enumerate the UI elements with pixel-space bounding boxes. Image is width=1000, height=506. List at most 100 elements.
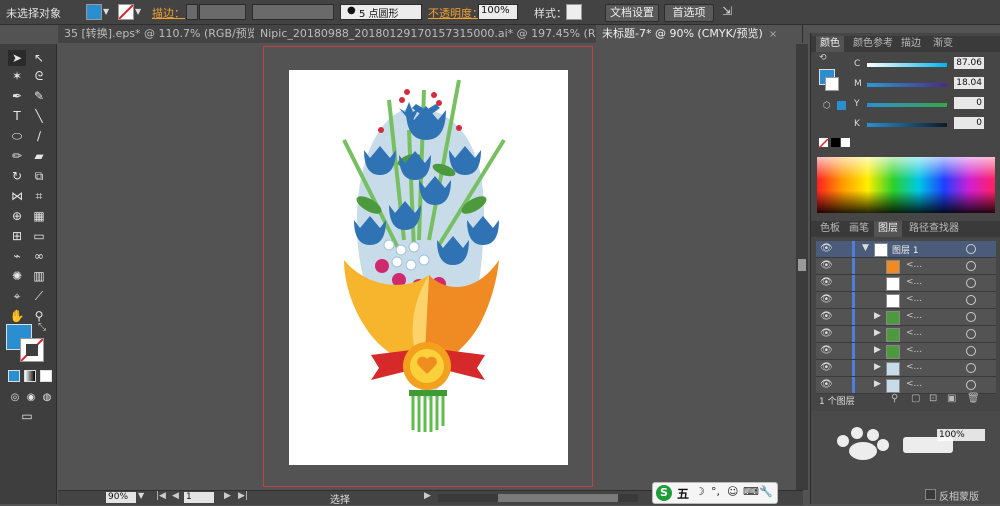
tab-swatches[interactable]: 色板 bbox=[816, 221, 844, 237]
vertical-scrollbar[interactable] bbox=[796, 44, 808, 490]
pen-tool-icon[interactable]: ✒ bbox=[8, 88, 26, 104]
none-mode-icon[interactable] bbox=[40, 370, 52, 382]
scrollbar-thumb[interactable] bbox=[498, 494, 618, 502]
screen-mode-icon[interactable]: ▭ bbox=[18, 408, 36, 424]
bouquet-illustration[interactable] bbox=[289, 70, 568, 465]
sublayer-row[interactable]: 👁 <... bbox=[816, 292, 996, 309]
opacity-label[interactable]: 不透明度： bbox=[428, 5, 483, 21]
slice-tool-icon[interactable]: ⟋ bbox=[30, 288, 48, 304]
invert-mask-checkbox[interactable] bbox=[925, 489, 936, 500]
white-swatch[interactable] bbox=[841, 138, 850, 147]
zoom-field[interactable]: 90% bbox=[106, 492, 136, 503]
perspective-grid-icon[interactable]: ▦ bbox=[30, 208, 48, 224]
artboard[interactable] bbox=[289, 70, 568, 465]
target-circle-icon[interactable] bbox=[966, 278, 976, 288]
symbol-sprayer-icon[interactable]: ✺ bbox=[8, 268, 26, 284]
scrollbar-thumb[interactable] bbox=[798, 259, 806, 271]
expand-triangle-icon[interactable]: ▶ bbox=[874, 362, 881, 372]
eye-icon[interactable]: 👁 bbox=[820, 277, 833, 288]
eye-icon[interactable]: 👁 bbox=[820, 379, 833, 390]
channel-m-slider[interactable] bbox=[867, 83, 947, 87]
next-artboard-icon[interactable]: ▶ bbox=[224, 491, 231, 501]
ime-toolbar[interactable]: S 五 ☽ °, ☺ ⌨ 🔧 bbox=[652, 482, 778, 504]
sublayer-row[interactable]: 👁 ▶ <... bbox=[816, 326, 996, 343]
sublayer-name[interactable]: <... bbox=[906, 328, 922, 338]
keyboard-icon[interactable]: ⌨ bbox=[743, 485, 759, 498]
target-circle-icon[interactable] bbox=[966, 380, 976, 390]
gradient-tool-icon[interactable]: ▭ bbox=[30, 228, 48, 244]
hand-tool-icon[interactable]: ✋ bbox=[8, 308, 26, 324]
magic-wand-icon[interactable]: ✶ bbox=[8, 68, 26, 84]
tab-document-2[interactable]: Nipic_20180988_20180129170157315000.ai* … bbox=[254, 25, 597, 43]
reset-colors-icon[interactable]: ⟲ bbox=[819, 53, 827, 63]
preferences-button[interactable]: 首选项 bbox=[664, 4, 714, 22]
lasso-icon[interactable]: ᘓ bbox=[30, 68, 48, 84]
eye-icon[interactable]: 👁 bbox=[820, 362, 833, 373]
stroke-label[interactable]: 描边： bbox=[152, 5, 185, 21]
channel-y-value[interactable]: 0 bbox=[954, 97, 984, 109]
target-circle-icon[interactable] bbox=[966, 312, 976, 322]
tab-document-1[interactable]: 35 [转换].eps* @ 110.7% (RGB/预览)× bbox=[58, 25, 255, 43]
eye-icon[interactable]: 👁 bbox=[820, 243, 833, 254]
eye-icon[interactable]: 👁 bbox=[820, 345, 833, 356]
channel-c-value[interactable]: 87.06 bbox=[954, 57, 984, 69]
sublayer-name[interactable]: <... bbox=[906, 345, 922, 355]
target-circle-icon[interactable] bbox=[966, 346, 976, 356]
stroke-weight-field[interactable] bbox=[199, 4, 246, 20]
sublayer-row[interactable]: 👁 ▶ <... bbox=[816, 343, 996, 360]
draw-inside-icon[interactable]: ◍ bbox=[38, 390, 56, 406]
tab-brushes[interactable]: 画笔 bbox=[845, 221, 873, 237]
panel-stroke-swatch[interactable] bbox=[825, 77, 839, 91]
close-icon[interactable]: × bbox=[769, 29, 777, 40]
layer-name[interactable]: 图层 1 bbox=[892, 243, 919, 256]
tab-color[interactable]: 颜色 bbox=[816, 36, 844, 52]
ellipse-tool-icon[interactable]: ⬭ bbox=[8, 128, 26, 144]
channel-k-value[interactable]: 0 bbox=[954, 117, 984, 129]
channel-k-slider[interactable] bbox=[867, 123, 947, 127]
sublayer-name[interactable]: <... bbox=[906, 379, 922, 389]
target-circle-icon[interactable] bbox=[966, 261, 976, 271]
eye-icon[interactable]: 👁 bbox=[820, 294, 833, 305]
stroke-weight-stepper[interactable] bbox=[186, 4, 198, 20]
opacity-input[interactable]: 100% bbox=[478, 4, 518, 20]
rotate-tool-icon[interactable]: ↻ bbox=[8, 168, 26, 184]
ime-mode-label[interactable]: 五 bbox=[677, 485, 689, 502]
shape-builder-icon[interactable]: ⊕ bbox=[8, 208, 26, 224]
tab-color-guide[interactable]: 颜色参考 bbox=[849, 36, 897, 52]
scale-tool-icon[interactable]: ⧉ bbox=[30, 168, 48, 184]
first-artboard-icon[interactable]: |◀ bbox=[156, 491, 166, 501]
expand-triangle-icon[interactable]: ▶ bbox=[874, 345, 881, 355]
sublayer-name[interactable]: <... bbox=[906, 294, 922, 304]
direct-selection-tool-icon[interactable]: ↖ bbox=[30, 50, 48, 66]
type-tool-icon[interactable]: T bbox=[8, 108, 26, 124]
sublayer-row[interactable]: 👁 ▶ <... bbox=[816, 360, 996, 377]
sublayer-name[interactable]: <... bbox=[906, 260, 922, 270]
paintbrush-icon[interactable]: ∕ bbox=[30, 128, 48, 144]
collapse-triangle-icon[interactable]: ▼ bbox=[862, 243, 869, 253]
tab-document-3[interactable]: 未标题-7* @ 90% (CMYK/预览) × bbox=[596, 25, 803, 43]
black-swatch[interactable] bbox=[831, 138, 840, 147]
new-layer-icon[interactable]: ▣ bbox=[947, 393, 956, 404]
eye-icon[interactable]: 👁 bbox=[820, 311, 833, 322]
target-circle-icon[interactable] bbox=[966, 295, 976, 305]
gamut-swatch[interactable] bbox=[837, 101, 846, 110]
moon-icon[interactable]: ☽ bbox=[695, 485, 705, 498]
punctuation-icon[interactable]: °, bbox=[711, 485, 720, 498]
color-spectrum[interactable] bbox=[817, 157, 995, 213]
mesh-tool-icon[interactable]: ⊞ bbox=[8, 228, 26, 244]
graph-tool-icon[interactable]: ▥ bbox=[30, 268, 48, 284]
arrange-documents-icon[interactable]: ⇲ bbox=[722, 4, 732, 18]
channel-y-slider[interactable] bbox=[867, 103, 947, 107]
sublayer-name[interactable]: <... bbox=[906, 311, 922, 321]
gradient-mode-icon[interactable] bbox=[24, 370, 36, 382]
new-sublayer-icon[interactable]: ⊡ bbox=[929, 393, 937, 404]
channel-c-slider[interactable] bbox=[867, 63, 947, 67]
chevron-down-icon[interactable]: ▼ bbox=[103, 7, 109, 16]
expand-triangle-icon[interactable]: ▶ bbox=[874, 379, 881, 389]
width-tool-icon[interactable]: ⋈ bbox=[8, 188, 26, 204]
trash-icon[interactable]: 🗑 bbox=[967, 393, 980, 404]
channel-m-value[interactable]: 18.04 bbox=[954, 77, 984, 89]
tab-pathfinder[interactable]: 路径查找器 bbox=[905, 221, 963, 237]
sublayer-row[interactable]: 👁 ▶ <... bbox=[816, 309, 996, 326]
curvature-tool-icon[interactable]: ✎ bbox=[30, 88, 48, 104]
